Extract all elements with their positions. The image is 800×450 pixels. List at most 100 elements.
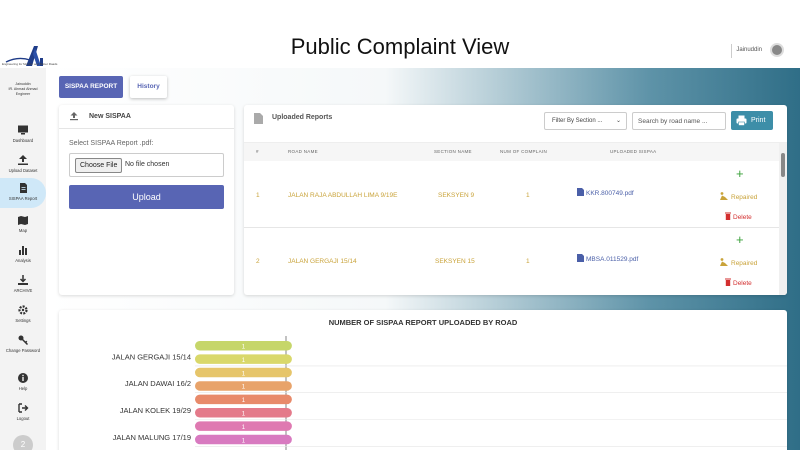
sidebar-item-change-password[interactable]: Change Password [0, 334, 46, 353]
delete-label: Delete [733, 214, 752, 221]
trash-icon [725, 212, 731, 220]
printer-icon [736, 115, 747, 126]
new-sispaa-title: New SISPAA [89, 113, 131, 120]
section-cell: SEKSYEN 9 [438, 192, 475, 199]
sidebar-item-settings[interactable]: Settings [0, 304, 46, 323]
sidebar-item-logout[interactable]: Logout [0, 402, 46, 421]
info-icon [18, 373, 28, 383]
filter-placeholder: Filter By Section ... [552, 118, 603, 124]
bar-chart-icon [19, 246, 27, 255]
upload-icon [70, 112, 78, 121]
sidebar-item-map[interactable]: Map [0, 214, 46, 233]
page-title: Public Complaint View [290, 34, 510, 59]
sidebar-item-label: Settings [15, 318, 31, 323]
print-button[interactable]: Print [731, 111, 773, 130]
table-row: 2 JALAN GERGAJI 15/14 SEKSYEN 15 1 MBSA.… [244, 229, 779, 295]
sidebar-badge[interactable]: 2 [13, 435, 33, 450]
upload-icon [18, 155, 28, 165]
chevron-down-icon: ⌄ [615, 118, 621, 124]
sidebar-item-help[interactable]: Help [0, 372, 46, 391]
sidebar: Jainuddin IR. Ahmad Ahmad Engineer Dashb… [0, 68, 46, 450]
document-icon [20, 183, 27, 193]
pdf-file-link[interactable]: MBSA.011529.pdf [577, 254, 638, 263]
top-header: Engineering for Monitor and Better Roads… [0, 0, 800, 68]
choose-file-button[interactable]: Choose File [75, 158, 123, 173]
chart-category-label: JALAN MALUNG 17/19 [113, 433, 191, 442]
worker-icon [720, 258, 728, 266]
pdf-icon [577, 188, 584, 196]
sidebar-item-sispaa-report[interactable]: SISPAA Report [0, 178, 46, 208]
gear-icon [18, 305, 28, 315]
road-name-cell: JALAN RAJA ABDULLAH LIMA 9/19E [288, 192, 398, 199]
sidebar-item-label: Logout [16, 416, 30, 421]
pdf-file-name: KKR.800749.pdf [586, 190, 634, 197]
road-report-bar-chart: 11JALAN GERGAJI 15/1411JALAN DAWAI 16/21… [112, 336, 787, 450]
sidebar-item-upload-dataset[interactable]: Upload Dataset [0, 154, 46, 173]
sidebar-item-label: Change Password [5, 348, 41, 353]
chart-category-label: JALAN GERGAJI 15/14 [112, 352, 191, 361]
repaired-button[interactable]: Repaired [719, 258, 757, 267]
road-search-input[interactable] [632, 112, 726, 130]
avatar[interactable] [770, 43, 784, 57]
row-number: 1 [256, 192, 260, 199]
column-header: # [256, 149, 259, 154]
row-number: 2 [256, 258, 260, 265]
reports-header: Uploaded Reports Filter By Section ... ⌄… [244, 105, 787, 143]
delete-button[interactable]: Delete [725, 278, 752, 287]
new-sispaa-card: New SISPAA Select SISPAA Report .pdf: Ch… [59, 105, 234, 295]
archive-icon [18, 275, 28, 285]
repaired-button[interactable]: Repaired [719, 192, 757, 201]
sidebar-item-label: Help [18, 386, 28, 391]
add-button[interactable]: + [736, 166, 744, 181]
column-header[interactable]: NUM OF COMPLAIN [500, 149, 547, 154]
trash-icon [725, 278, 731, 286]
section-filter-select[interactable]: Filter By Section ... ⌄ [544, 112, 627, 130]
table-header: # ROAD NAME SECTION NAME NUM OF COMPLAIN… [244, 143, 779, 161]
sidebar-item-archive[interactable]: ARCHIVE [0, 274, 46, 293]
pdf-file-link[interactable]: KKR.800749.pdf [577, 188, 634, 197]
logout-icon [18, 403, 29, 413]
logo-caption: Engineering for Monitor and Better Roads [2, 62, 58, 66]
sidebar-user-line: Engineer [15, 92, 31, 96]
document-icon [254, 113, 263, 124]
header-divider [731, 44, 732, 58]
monitor-icon [18, 125, 28, 135]
sidebar-item-label: ARCHIVE [13, 288, 33, 293]
tab-history[interactable]: History [130, 76, 167, 98]
uploaded-reports-card: Uploaded Reports Filter By Section ... ⌄… [244, 105, 787, 295]
map-icon [18, 216, 28, 225]
user-name[interactable]: Jainuddin [736, 47, 762, 53]
reports-title: Uploaded Reports [272, 114, 333, 121]
worker-icon [720, 192, 728, 200]
print-label: Print [751, 117, 766, 124]
upload-button[interactable]: Upload [69, 185, 224, 209]
column-header[interactable]: SECTION NAME [434, 149, 472, 154]
section-cell: SEKSYEN 15 [435, 258, 475, 265]
chart-category-label: JALAN KOLEK 19/29 [120, 406, 191, 415]
sidebar-user-info: Jainuddin IR. Ahmad Ahmad Engineer [2, 82, 44, 97]
sidebar-item-label: Upload Dataset [8, 168, 38, 173]
delete-button[interactable]: Delete [725, 212, 752, 221]
complaint-count-cell: 1 [526, 192, 530, 199]
sidebar-item-dashboard[interactable]: Dashboard [0, 124, 46, 143]
complaint-count-cell: 1 [526, 258, 530, 265]
sidebar-item-label: Dashboard [12, 138, 34, 143]
tab-sispaa-report[interactable]: SISPAA REPORT [59, 76, 123, 98]
file-input[interactable]: Choose File No file chosen [69, 153, 224, 177]
add-button[interactable]: + [736, 232, 744, 247]
sidebar-item-label: Analysis [15, 258, 31, 263]
road-report-chart-card: NUMBER OF SISPAA REPORT UPLOADED BY ROAD… [59, 310, 787, 450]
chart-category-label: JALAN DAWAI 16/2 [125, 379, 191, 388]
sidebar-item-label: SISPAA Report [8, 196, 38, 201]
column-header: UPLOADED SISPAA [610, 149, 657, 154]
sidebar-item-analysis[interactable]: Analysis [0, 244, 46, 263]
pdf-icon [577, 254, 584, 262]
table-row: 1 JALAN RAJA ABDULLAH LIMA 9/19E SEKSYEN… [244, 161, 779, 228]
column-header[interactable]: ROAD NAME [288, 149, 318, 154]
road-name-cell: JALAN GERGAJI 15/14 [288, 258, 357, 265]
repaired-label: Repaired [731, 260, 758, 267]
new-sispaa-header: New SISPAA [59, 105, 234, 129]
repaired-label: Repaired [731, 194, 758, 201]
scrollbar-thumb[interactable] [781, 153, 785, 177]
key-icon [18, 335, 29, 346]
